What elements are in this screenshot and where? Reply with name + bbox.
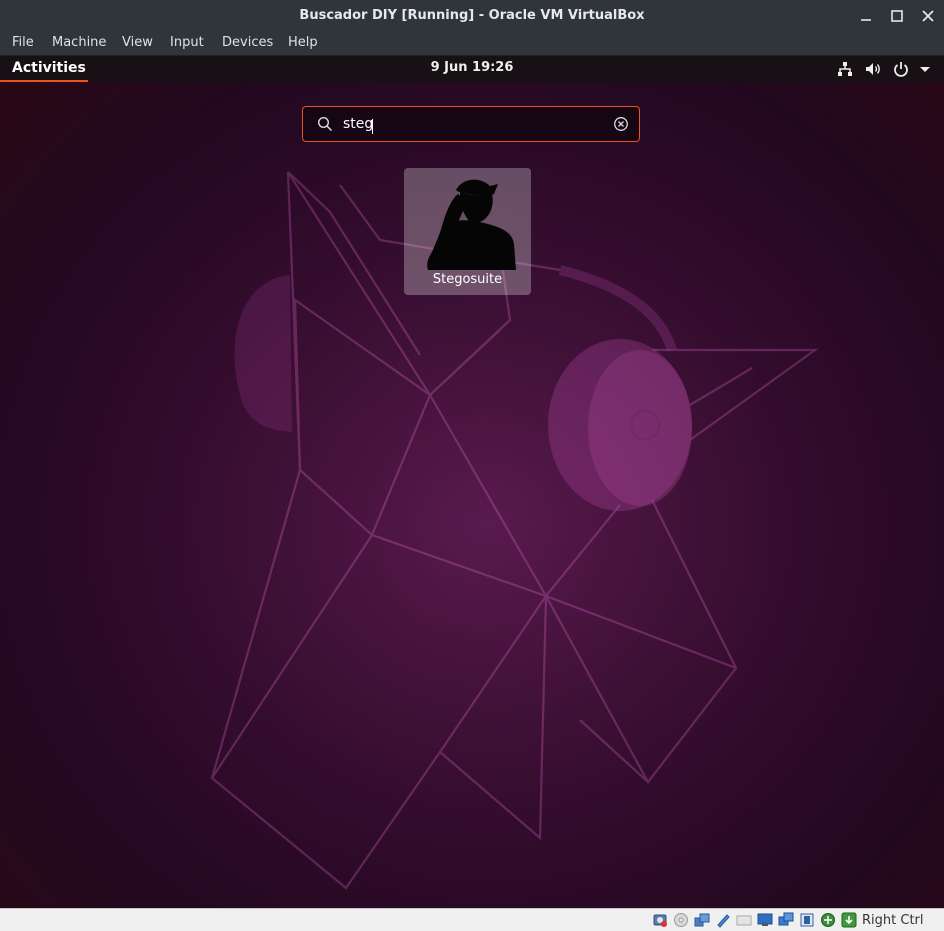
close-icon (922, 10, 934, 22)
cpu-icon[interactable] (820, 912, 836, 928)
title-bar: Buscador DIY [Running] - Oracle VM Virtu… (0, 0, 944, 32)
text-cursor (372, 119, 373, 134)
search-field[interactable] (302, 106, 640, 142)
shared-folders-icon[interactable] (757, 912, 773, 928)
status-bar: Right Ctrl (0, 908, 944, 931)
gnome-top-bar: Activities 9 Jun 19:26 (0, 56, 944, 82)
maximize-button[interactable] (887, 6, 907, 26)
network-adapter-icon[interactable] (715, 912, 731, 928)
usb-icon[interactable] (736, 912, 752, 928)
mouse-integration-icon[interactable] (841, 912, 857, 928)
minimize-button[interactable] (856, 6, 876, 26)
network-icon[interactable] (836, 60, 854, 78)
audio-icon[interactable] (694, 912, 710, 928)
stegosuite-app-icon (427, 179, 516, 270)
menu-help[interactable]: Help (288, 35, 318, 50)
maximize-icon (891, 10, 903, 22)
menu-bar: File Machine View Input Devices Help (0, 32, 944, 56)
power-icon[interactable] (892, 60, 910, 78)
clock[interactable]: 9 Jun 19:26 (0, 60, 944, 75)
search-icon (317, 116, 333, 132)
menu-view[interactable]: View (122, 35, 153, 50)
clear-icon[interactable] (613, 116, 629, 132)
search-input[interactable] (343, 114, 593, 134)
minimize-icon (861, 19, 871, 21)
display-icon[interactable] (778, 912, 794, 928)
guest-screen[interactable]: Activities 9 Jun 19:26 steg Stegosuite (0, 56, 944, 908)
video-capture-icon[interactable] (799, 912, 815, 928)
close-button[interactable] (918, 6, 938, 26)
volume-icon[interactable] (864, 60, 882, 78)
menu-file[interactable]: File (12, 35, 34, 50)
optical-drive-icon[interactable] (673, 912, 689, 928)
window-title: Buscador DIY [Running] - Oracle VM Virtu… (299, 8, 645, 23)
virtualbox-window: Buscador DIY [Running] - Oracle VM Virtu… (0, 0, 944, 931)
app-result-stegosuite[interactable]: Stegosuite (404, 168, 531, 295)
chevron-down-icon[interactable] (916, 60, 934, 78)
host-key-label: Right Ctrl (862, 913, 924, 928)
hard-disk-icon[interactable] (652, 912, 668, 928)
menu-machine[interactable]: Machine (52, 35, 106, 50)
menu-input[interactable]: Input (170, 35, 204, 50)
activities-underline (0, 80, 88, 82)
menu-devices[interactable]: Devices (222, 35, 273, 50)
app-label: Stegosuite (432, 272, 503, 287)
